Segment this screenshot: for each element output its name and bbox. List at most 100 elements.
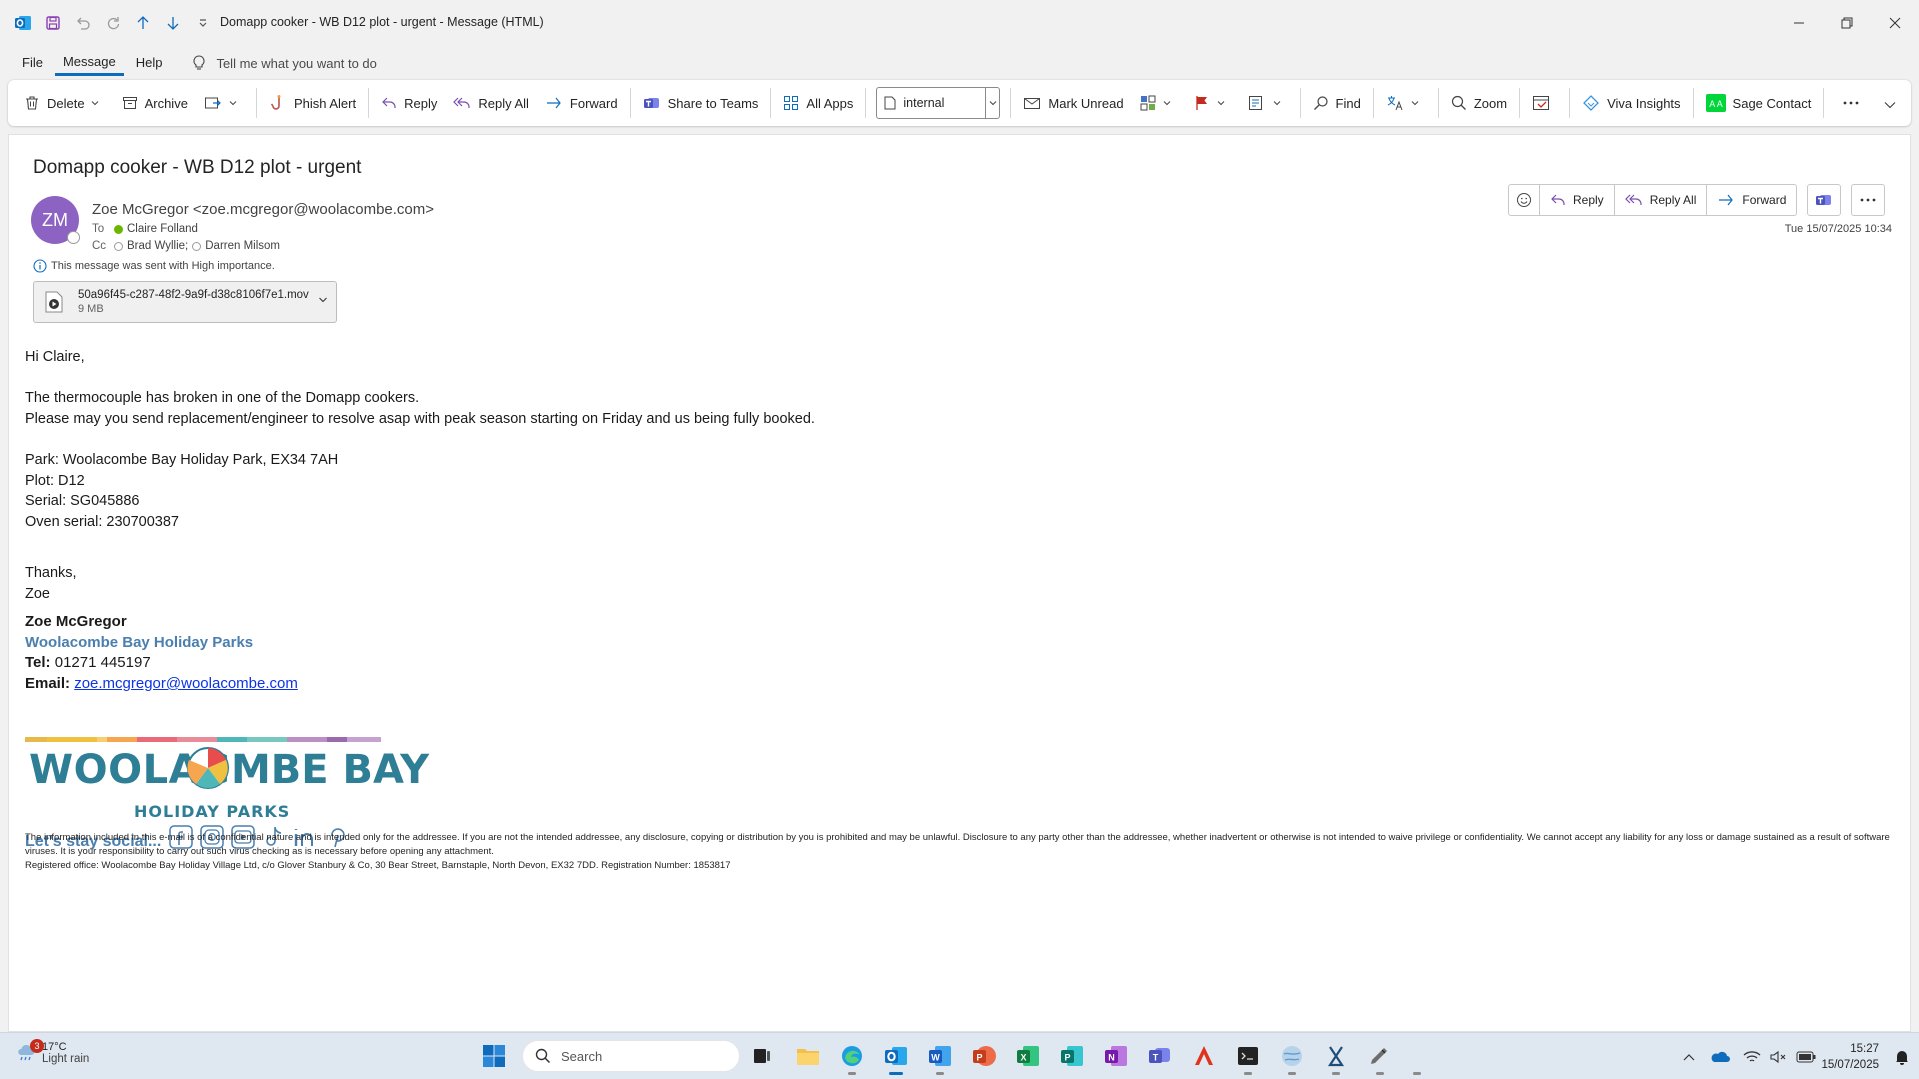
reply-all-button[interactable]: Reply All [445, 86, 537, 120]
menu-help[interactable]: Help [128, 50, 171, 76]
browser-app[interactable] [1277, 1041, 1307, 1075]
mark-unread-button[interactable]: Mark Unread [1015, 86, 1131, 120]
notification-bell-icon[interactable] [1891, 1049, 1913, 1065]
pinned-app[interactable] [1365, 1041, 1395, 1075]
taskbar-search[interactable]: Search [522, 1040, 740, 1072]
chevron-down-icon[interactable] [1163, 99, 1171, 107]
reply-button[interactable]: Reply [373, 86, 445, 120]
teams-icon [643, 94, 661, 112]
wifi-icon[interactable] [1737, 1050, 1767, 1064]
previous-item-icon[interactable] [128, 8, 158, 38]
system-tray: 15:27 15/07/2025 [1675, 1033, 1919, 1079]
to-label: To [92, 223, 105, 235]
edge-app[interactable] [837, 1041, 867, 1075]
running-indicator [848, 1072, 856, 1075]
chevron-down-icon[interactable] [985, 88, 999, 118]
report-button[interactable] [1524, 86, 1565, 120]
menu-file[interactable]: File [14, 50, 51, 76]
cc-recipient[interactable]: Brad Wyllie; [127, 240, 188, 252]
viva-insights-icon [1582, 94, 1600, 112]
chevron-down-icon[interactable] [229, 99, 237, 107]
acrobat-app[interactable] [1189, 1041, 1219, 1071]
cc-recipient[interactable]: Darren Milsom [205, 240, 280, 252]
find-button[interactable]: Find [1305, 86, 1369, 120]
overflow-indicator[interactable] [1409, 1041, 1425, 1075]
start-button[interactable] [482, 1044, 506, 1068]
clock[interactable]: 15:27 15/07/2025 [1821, 1041, 1879, 1073]
fish-hook-icon [269, 94, 287, 112]
more-options-button[interactable] [1828, 86, 1881, 120]
file-explorer-app[interactable] [793, 1041, 823, 1071]
to-recipient[interactable]: Claire Folland [127, 223, 198, 235]
sensitivity-label-select[interactable]: internal [876, 87, 1001, 119]
excel-app[interactable]: X [1013, 1041, 1043, 1071]
teams-app[interactable]: T [1145, 1041, 1175, 1071]
close-button[interactable] [1871, 0, 1919, 46]
attachment-card[interactable]: 50a96f45-c287-48f2-9a9f-d38c8106f7e1.mov… [33, 281, 337, 323]
inline-forward-button[interactable]: Forward [1706, 184, 1798, 216]
task-view-button[interactable] [747, 1041, 777, 1071]
onedrive-icon[interactable] [1703, 1050, 1737, 1064]
terminal-app[interactable] [1233, 1041, 1263, 1075]
teams-chat-button[interactable] [1807, 184, 1842, 216]
menu-message[interactable]: Message [54, 50, 124, 76]
next-item-icon[interactable] [158, 8, 188, 38]
follow-up-button[interactable] [1186, 86, 1240, 120]
onenote-app[interactable]: N [1101, 1041, 1131, 1071]
cc-label: Cc [92, 240, 107, 252]
minimize-button[interactable] [1775, 0, 1823, 46]
zoom-icon [1451, 95, 1467, 111]
powerpoint-app[interactable]: P [969, 1041, 999, 1071]
chevron-down-icon[interactable] [1411, 99, 1419, 107]
move-button[interactable] [196, 86, 252, 120]
forward-button[interactable]: Forward [537, 86, 626, 120]
customize-toolbar-icon[interactable] [188, 8, 218, 38]
more-horizontal-icon [1859, 197, 1877, 203]
chevron-down-icon [1884, 101, 1896, 109]
chevron-down-icon[interactable] [1273, 99, 1281, 107]
publisher-app[interactable]: P [1057, 1041, 1087, 1071]
chevron-up-icon[interactable] [1675, 1053, 1703, 1061]
restore-button[interactable] [1823, 0, 1871, 46]
save-icon[interactable] [38, 8, 68, 38]
window-title: Domapp cooker - WB D12 plot - urgent - M… [220, 15, 544, 29]
tell-me-search[interactable]: Tell me what you want to do [192, 55, 377, 71]
taskbar: 3 17°C Light rain Search W P X P N T 15:… [0, 1032, 1919, 1079]
viva-insights-button[interactable]: Viva Insights [1574, 86, 1688, 120]
categorize-button[interactable] [1132, 86, 1186, 120]
weather-widget[interactable]: 3 17°C Light rain [16, 1039, 89, 1065]
delete-button[interactable]: Delete [16, 86, 114, 120]
redo-icon[interactable] [98, 8, 128, 38]
chevron-down-icon[interactable] [1217, 99, 1225, 107]
volume-muted-icon[interactable] [1767, 1050, 1791, 1064]
message-more-button[interactable] [1851, 184, 1886, 216]
reply-icon [1550, 193, 1566, 207]
chevron-down-icon[interactable] [91, 99, 99, 107]
signature-tel: Tel: 01271 445197 [25, 653, 815, 674]
expand-ribbon-button[interactable] [1876, 88, 1911, 122]
email-link[interactable]: zoe.mcgregor@woolacombe.com [74, 675, 298, 692]
sender-name[interactable]: Zoe McGregor <zoe.mcgregor@woolacombe.co… [92, 201, 434, 218]
avatar[interactable]: ZM [31, 196, 80, 244]
reaction-button[interactable] [1508, 184, 1540, 216]
share-to-teams-button[interactable]: Share to Teams [635, 86, 767, 120]
running-indicator [1244, 1072, 1252, 1075]
battery-icon[interactable] [1791, 1051, 1821, 1063]
ribbon-divider [865, 88, 867, 118]
inline-reply-all-button[interactable]: Reply All [1613, 184, 1708, 216]
inline-reply-button[interactable]: Reply [1539, 184, 1615, 216]
chevron-down-icon[interactable] [318, 295, 328, 305]
undo-icon[interactable] [68, 8, 98, 38]
outlook-app[interactable] [881, 1041, 911, 1075]
rules-button[interactable] [1240, 86, 1296, 120]
translate-button[interactable] [1378, 86, 1434, 120]
phish-alert-button[interactable]: Phish Alert [261, 86, 364, 120]
move-folder-icon [204, 95, 222, 111]
archive-button[interactable]: Archive [114, 86, 196, 120]
pinned-app[interactable] [1321, 1041, 1351, 1075]
zoom-button[interactable]: Zoom [1443, 86, 1515, 120]
word-app[interactable]: W [925, 1041, 955, 1075]
all-apps-button[interactable]: All Apps [775, 86, 861, 120]
sage-contact-button[interactable]: A A Sage Contact [1698, 86, 1820, 120]
signature-company: Woolacombe Bay Holiday Parks [25, 633, 254, 651]
